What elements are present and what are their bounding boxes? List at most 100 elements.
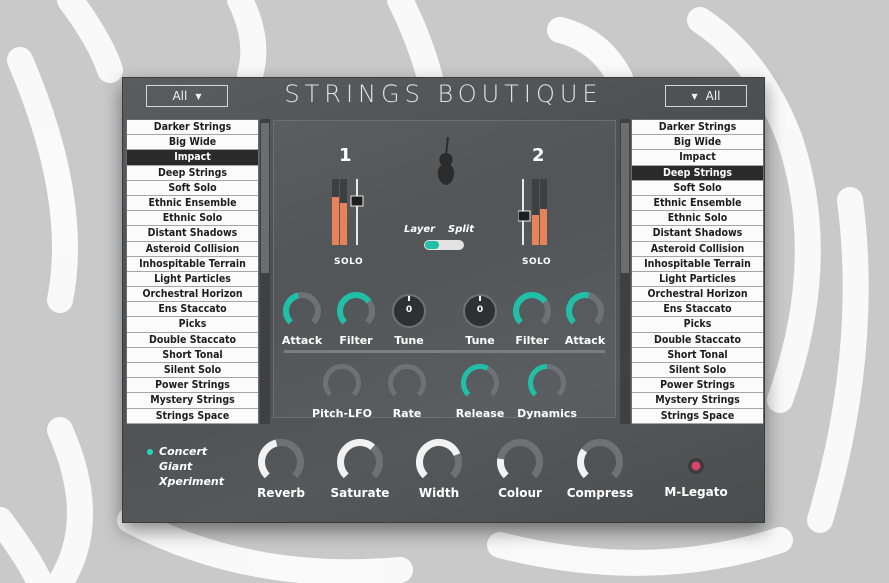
right-list-item[interactable]: Short Tonal bbox=[632, 348, 763, 363]
left-list-item[interactable]: Ens Staccato bbox=[127, 302, 258, 318]
left-list-item[interactable]: Ethnic Solo bbox=[127, 211, 258, 227]
layer-2-solo-button[interactable]: SOLO bbox=[522, 257, 551, 267]
mode-giant[interactable]: Giant bbox=[159, 460, 192, 473]
left-list-item[interactable]: Big Wide bbox=[127, 135, 258, 151]
right-list-item[interactable]: Ens Staccato bbox=[632, 302, 763, 318]
pitch-lfo-knob[interactable] bbox=[322, 363, 362, 403]
right-list-item[interactable]: Ethnic Ensemble bbox=[632, 196, 763, 212]
right-list-item[interactable]: Light Particles bbox=[632, 272, 763, 288]
colour-knob-value-arc bbox=[497, 458, 509, 479]
layer-1-solo-button[interactable]: SOLO bbox=[334, 257, 363, 267]
reverb-knob-value-arc bbox=[258, 439, 278, 479]
section-divider bbox=[284, 350, 605, 353]
left-list-scrollbar[interactable] bbox=[260, 119, 270, 424]
layer2-filter-knob[interactable] bbox=[512, 291, 552, 331]
left-list-item[interactable]: Strings Space bbox=[127, 409, 258, 424]
right-list-item[interactable]: Mystery Strings bbox=[632, 393, 763, 409]
layer2-tune-knob-value: 0 bbox=[476, 305, 484, 315]
active-mode-indicator bbox=[147, 449, 153, 455]
right-list-item[interactable]: Impact bbox=[632, 150, 763, 166]
layer2-attack-label: Attack bbox=[564, 334, 606, 347]
m-legato-label: M-Legato bbox=[664, 485, 728, 499]
left-list-item[interactable]: Distant Shadows bbox=[127, 226, 258, 242]
left-list-item[interactable]: Impact bbox=[127, 150, 258, 166]
right-list-item[interactable]: Orchestral Horizon bbox=[632, 287, 763, 303]
left-list-item[interactable]: Orchestral Horizon bbox=[127, 287, 258, 303]
layer1-filter-knob[interactable] bbox=[336, 291, 376, 331]
layer-1-meter[interactable] bbox=[332, 179, 368, 249]
left-list-item[interactable]: Mystery Strings bbox=[127, 393, 258, 409]
layer1-tune-knob[interactable]: 0 bbox=[391, 293, 427, 329]
rate-label: Rate bbox=[392, 407, 422, 420]
right-list-item[interactable]: Power Strings bbox=[632, 378, 763, 394]
layer1-attack-knob[interactable] bbox=[282, 291, 322, 331]
reverb-knob[interactable] bbox=[257, 438, 305, 486]
colour-label: Colour bbox=[498, 486, 542, 500]
layer1-filter-knob-value-arc bbox=[337, 292, 372, 325]
right-list-item[interactable]: Asteroid Collision bbox=[632, 242, 763, 257]
left-list-item[interactable]: Silent Solo bbox=[127, 363, 258, 379]
left-list-item[interactable]: Power Strings bbox=[127, 378, 258, 394]
right-list-item[interactable]: Soft Solo bbox=[632, 181, 763, 196]
layer2-tune-knob[interactable]: 0 bbox=[462, 293, 498, 329]
layer-2-meter[interactable] bbox=[518, 179, 554, 249]
layer2-attack-knob[interactable] bbox=[565, 291, 605, 331]
layer2-filter-knob-value-arc bbox=[513, 292, 548, 325]
right-list-item[interactable]: Silent Solo bbox=[632, 363, 763, 379]
layer2-attack-knob-value-arc bbox=[566, 292, 590, 325]
left-list-item[interactable]: Asteroid Collision bbox=[127, 242, 258, 257]
right-list-item[interactable]: Double Staccato bbox=[632, 333, 763, 348]
right-list-item[interactable]: Distant Shadows bbox=[632, 226, 763, 242]
left-list-item[interactable]: Ethnic Ensemble bbox=[127, 196, 258, 212]
right-list-item[interactable]: Inhospitable Terrain bbox=[632, 257, 763, 272]
width-knob[interactable] bbox=[415, 438, 463, 486]
release-knob-value-arc bbox=[461, 364, 489, 397]
saturate-knob[interactable] bbox=[336, 438, 384, 486]
left-preset-list: Darker Strings Big Wide Impact Deep Strings… bbox=[126, 119, 259, 424]
left-list-item[interactable]: Deep Strings bbox=[127, 166, 258, 181]
right-filter-value: All bbox=[705, 89, 721, 103]
toggle-thumb bbox=[425, 241, 439, 249]
right-preset-list: Darker Strings Big Wide Impact Deep Strings… bbox=[631, 119, 764, 424]
right-list-item[interactable]: Picks bbox=[632, 317, 763, 333]
layer1-tune-label: Tune bbox=[394, 334, 424, 347]
left-list-item[interactable]: Inhospitable Terrain bbox=[127, 257, 258, 272]
chevron-down-icon: ▼ bbox=[691, 91, 698, 101]
right-list-item[interactable]: Darker Strings bbox=[632, 120, 763, 136]
layer-1-number: 1 bbox=[339, 145, 352, 166]
left-list-item[interactable]: Double Staccato bbox=[127, 333, 258, 348]
layer-panel: 1 2 SOLO SOLO Layer Split AttackFilter bbox=[273, 120, 616, 420]
right-filter-dropdown[interactable]: ▼ All bbox=[665, 85, 747, 107]
right-list-item[interactable]: Strings Space bbox=[632, 409, 763, 424]
layer1-tune-knob-value: 0 bbox=[405, 305, 413, 315]
violin-icon bbox=[437, 137, 455, 185]
left-list-item[interactable]: Darker Strings bbox=[127, 120, 258, 136]
saturate-knob-value-arc bbox=[337, 439, 375, 479]
dynamics-knob[interactable] bbox=[527, 363, 567, 403]
release-knob[interactable] bbox=[460, 363, 500, 403]
colour-knob[interactable] bbox=[496, 438, 544, 486]
compress-knob-value-arc bbox=[577, 448, 589, 479]
mode-xperiment[interactable]: Xperiment bbox=[159, 475, 224, 488]
width-label: Width bbox=[418, 486, 460, 500]
strings-boutique-plugin: All ▼ STRINGS BOUTIQUE ▼ All Darker Stri… bbox=[122, 77, 765, 523]
right-list-item[interactable]: Ethnic Solo bbox=[632, 211, 763, 227]
split-label: Split bbox=[448, 224, 474, 235]
compress-knob[interactable] bbox=[576, 438, 624, 486]
m-legato-led[interactable] bbox=[687, 457, 705, 475]
width-knob-value-arc bbox=[416, 439, 461, 479]
right-list-scrollbar[interactable] bbox=[620, 119, 630, 424]
left-list-item[interactable]: Soft Solo bbox=[127, 181, 258, 196]
layer1-attack-knob-value-arc bbox=[283, 292, 300, 325]
left-list-item[interactable]: Light Particles bbox=[127, 272, 258, 288]
dynamics-knob-value-arc bbox=[528, 364, 548, 397]
layer-label: Layer bbox=[404, 224, 436, 235]
layer-split-toggle[interactable] bbox=[424, 240, 464, 250]
left-list-item[interactable]: Picks bbox=[127, 317, 258, 333]
right-list-item[interactable]: Deep Strings bbox=[632, 165, 763, 181]
left-list-item[interactable]: Short Tonal bbox=[127, 348, 258, 363]
rate-knob[interactable] bbox=[387, 363, 427, 403]
reverb-label: Reverb bbox=[257, 486, 305, 500]
right-list-item[interactable]: Big Wide bbox=[632, 135, 763, 151]
mode-concert[interactable]: Concert bbox=[159, 445, 207, 458]
